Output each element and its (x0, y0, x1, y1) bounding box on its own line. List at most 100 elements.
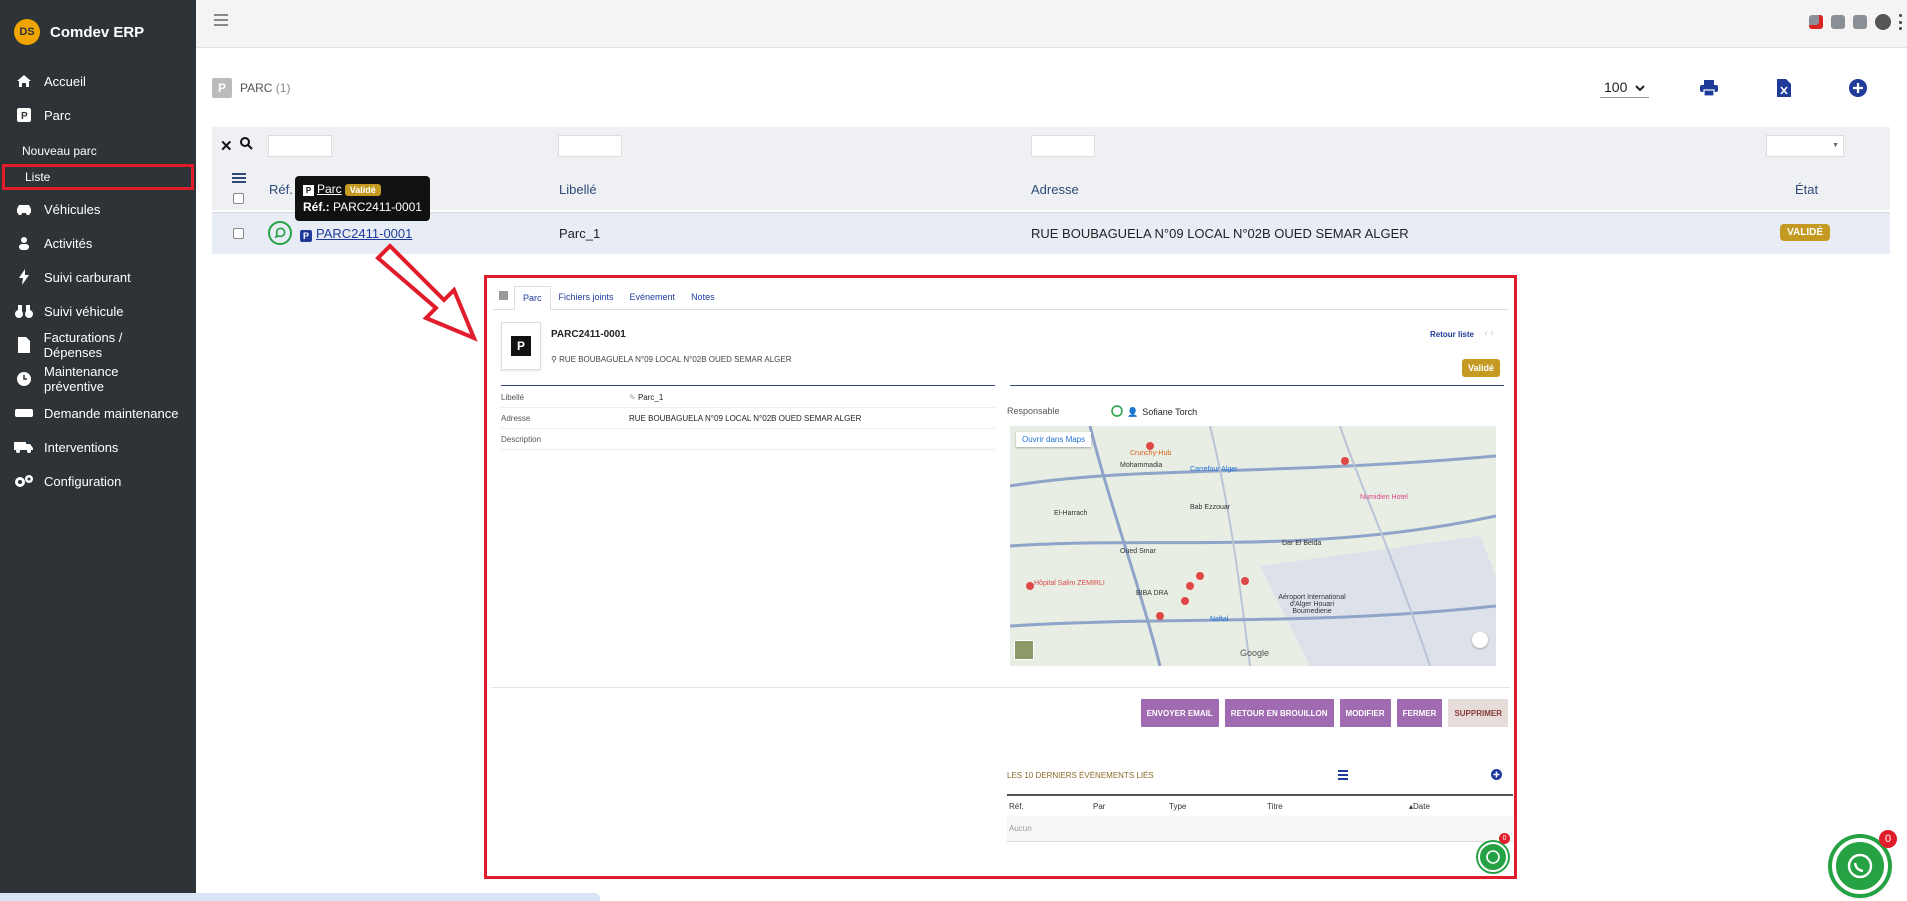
responsable-name: Sofiane Torch (1142, 407, 1198, 417)
clock-icon (14, 371, 34, 387)
clipboard-icon[interactable] (1853, 15, 1867, 29)
sidebar-item-suivi-vehicule[interactable]: Suivi véhicule (0, 294, 196, 328)
clear-filter-icon[interactable]: ✕ (220, 137, 233, 155)
ref-filter-input[interactable] (268, 135, 332, 157)
app-title: Comdev ERP (50, 23, 145, 41)
responsable-value[interactable]: 👤 Sofiane Torch (1111, 405, 1197, 419)
col-header-par[interactable]: Par (1093, 802, 1169, 811)
tab-notes[interactable]: Notes (683, 292, 723, 309)
sidebar-item-vehicules[interactable]: Véhicules (0, 192, 196, 226)
record-nav-arrows[interactable]: ‹ › (1485, 328, 1494, 339)
list-icon[interactable] (1338, 768, 1348, 783)
back-to-list-link[interactable]: Retour liste (1430, 330, 1474, 339)
sidebar-item-activites[interactable]: Activités (0, 226, 196, 260)
map-label: Naftal (1210, 616, 1229, 623)
fullscreen-icon[interactable] (1472, 632, 1488, 648)
sidebar-item-demande-maintenance[interactable]: Demande maintenance (0, 396, 196, 430)
libelle-filter-input[interactable] (558, 135, 622, 157)
close-button[interactable]: FERMER (1396, 699, 1443, 727)
brand[interactable]: DS Comdev ERP (0, 0, 196, 64)
sidebar-item-label: Parc (44, 107, 71, 123)
map-label: BIBA DRA (1136, 590, 1169, 597)
tooltip-title: Parc (317, 182, 342, 196)
add-event-icon[interactable] (1491, 768, 1502, 783)
excel-export-icon[interactable] (1774, 78, 1794, 98)
sidebar-item-parc[interactable]: P Parc (0, 98, 196, 132)
col-header-adresse[interactable]: Adresse (1031, 182, 1079, 197)
horizontal-scrollbar[interactable] (0, 893, 600, 901)
open-in-maps-link[interactable]: Ouvrir dans Maps (1016, 432, 1092, 447)
adresse-filter-input[interactable] (1031, 135, 1095, 157)
sidebar-item-accueil[interactable]: Accueil (0, 64, 196, 98)
avatar[interactable] (1875, 14, 1891, 30)
people-icon (14, 235, 34, 251)
print-icon[interactable] (1699, 78, 1719, 98)
whatsapp-chat-button[interactable] (1478, 842, 1508, 872)
page-header: P PARC (1) (212, 78, 290, 98)
menu-toggle-icon[interactable] (214, 14, 228, 29)
document-icon (14, 337, 34, 353)
more-options-icon[interactable] (1899, 14, 1903, 30)
action-buttons: ENVOYER EMAIL RETOUR EN BROUILLON MODIFI… (1140, 699, 1508, 727)
select-all-checkbox[interactable] (233, 193, 244, 204)
tab-evenement[interactable]: Evénement (622, 292, 684, 309)
whatsapp-chat-button[interactable] (1832, 838, 1888, 894)
send-email-button[interactable]: ENVOYER EMAIL (1140, 699, 1219, 727)
sidebar-item-maintenance-preventive[interactable]: Maintenance préventive (0, 362, 196, 396)
alert-icon[interactable] (1809, 15, 1823, 29)
col-header-etat[interactable]: État (1795, 182, 1818, 197)
field-value-text: Parc_1 (637, 392, 664, 402)
table-header: ✕ ▼ Réf. Libellé Adresse État (212, 127, 1890, 210)
chat-icon[interactable] (1831, 15, 1845, 29)
col-header-date[interactable]: ▴Date (1409, 802, 1430, 811)
sidebar-item-interventions[interactable]: Interventions (0, 430, 196, 464)
whatsapp-icon[interactable] (1111, 405, 1123, 419)
page-title: PARC (1) (240, 81, 290, 95)
notification-badge: 0 (1879, 830, 1897, 848)
column-selector-icon[interactable] (232, 173, 246, 185)
red-arrow-annotation (375, 243, 478, 342)
page-size-select[interactable]: 100 (1600, 79, 1650, 98)
add-icon[interactable] (1848, 78, 1868, 98)
back-to-draft-button[interactable]: RETOUR EN BROUILLON (1224, 699, 1334, 727)
sidebar-item-label: Facturations / Dépenses (43, 330, 123, 360)
field-value[interactable]: ✎ Parc_1 (629, 393, 663, 402)
sidebar-item-label: Demande maintenance (44, 405, 179, 421)
sidebar-nav: Accueil P Parc (0, 64, 196, 132)
sidebar-subitem-liste[interactable]: Liste (2, 164, 194, 190)
col-header-libelle[interactable]: Libellé (559, 182, 597, 197)
col-header-type[interactable]: Type (1169, 802, 1267, 811)
col-header-ref[interactable]: Réf. (269, 182, 293, 197)
sidebar-item-label: Activités (44, 235, 93, 251)
delete-button[interactable]: SUPPRIMER (1448, 699, 1508, 727)
tab-fichiers-joints[interactable]: Fichiers joints (551, 292, 622, 309)
etat-filter-select[interactable]: ▼ (1766, 135, 1844, 157)
tooltip-ref-label: Réf.: (303, 200, 330, 214)
modify-button[interactable]: MODIFIER (1339, 699, 1391, 727)
truck-icon (14, 439, 34, 455)
record-count: (1) (275, 81, 291, 95)
sidebar-item-configuration[interactable]: Configuration (0, 464, 196, 498)
sidebar-item-suivi-carburant[interactable]: Suivi carburant (0, 260, 196, 294)
whatsapp-icon[interactable] (268, 221, 292, 245)
map-label: Bab Ezzouar (1190, 504, 1231, 511)
search-icon[interactable] (240, 137, 253, 153)
field-table: Libellé ✎ Parc_1 Adresse RUE BOUBAGUELA N°… (501, 387, 995, 450)
tab-icon[interactable] (493, 291, 514, 309)
parking-icon: P (212, 78, 232, 98)
brand-logo-icon: DS (14, 19, 40, 45)
edit-pencil-icon[interactable]: ✎ (629, 393, 636, 402)
chevron-down-icon: ▼ (1832, 142, 1839, 149)
events-section-title: LES 10 DERNIERS ÉVÉNEMENTS LIÉS (1007, 771, 1154, 780)
sidebar-subitem-nouveau-parc[interactable]: Nouveau parc (0, 140, 196, 162)
col-header-titre[interactable]: Titre (1267, 802, 1409, 811)
tooltip-status-badge: Validé (344, 184, 381, 196)
row-checkbox[interactable] (233, 228, 244, 239)
map-label: Numidien Hotel (1360, 494, 1408, 501)
sidebar-item-facturations[interactable]: Facturations / Dépenses (0, 328, 196, 362)
topbar-icons (1809, 14, 1903, 30)
col-header-ref[interactable]: Réf. (1007, 802, 1093, 811)
map[interactable]: Ouvrir dans Maps Mohammadia Carrefour Al… (1010, 426, 1496, 666)
tab-parc[interactable]: Parc (514, 286, 551, 310)
satellite-toggle-icon[interactable] (1014, 640, 1034, 660)
